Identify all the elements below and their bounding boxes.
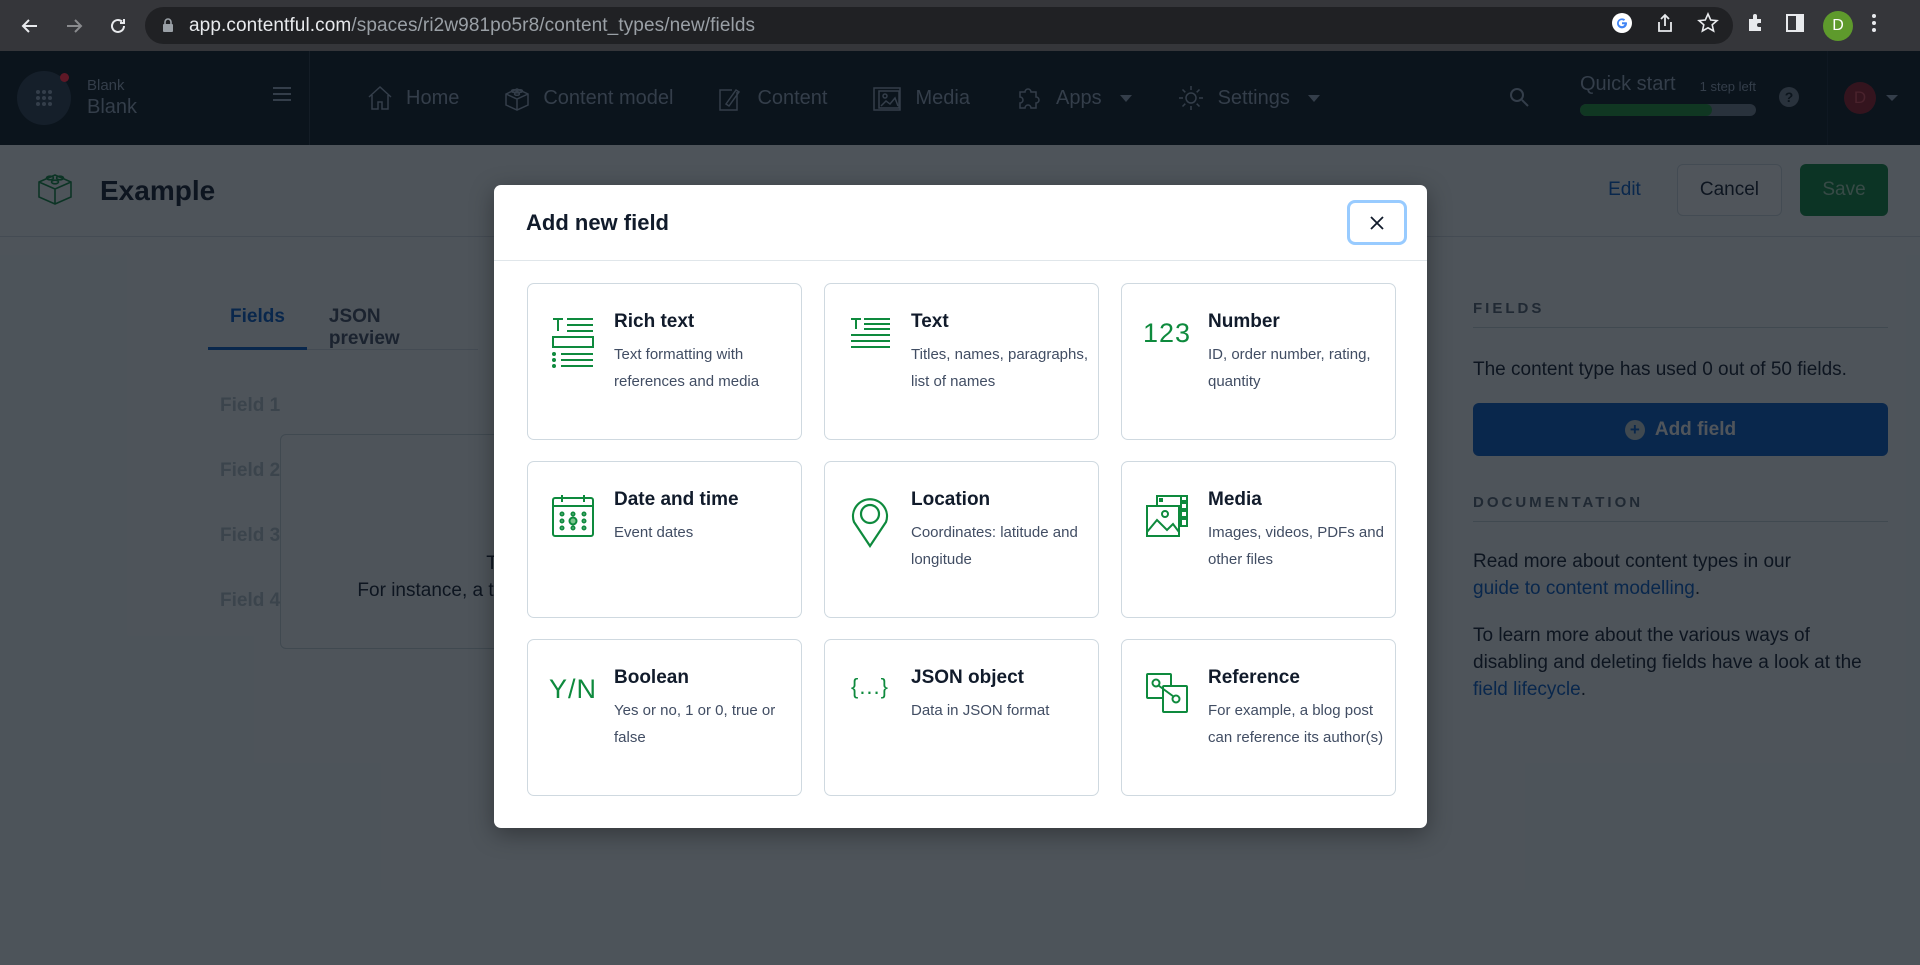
- browser-toolbar: app.contentful.com/spaces/ri2w981po5r8/c…: [0, 0, 1920, 51]
- side-panel-icon[interactable]: [1785, 13, 1805, 38]
- address-bar[interactable]: app.contentful.com/spaces/ri2w981po5r8/c…: [145, 7, 1733, 44]
- field-type-reference[interactable]: Reference For example, a blog post can r…: [1121, 639, 1396, 796]
- url-host: app.contentful.com: [189, 14, 352, 36]
- url-path: /spaces/ri2w981po5r8/content_types/new/f…: [351, 14, 756, 36]
- field-type-title: Rich text: [614, 311, 695, 332]
- field-type-text[interactable]: Text Titles, names, paragraphs, list of …: [824, 283, 1099, 440]
- location-pin-icon: [847, 494, 893, 550]
- field-type-description: For example, a blog post can reference i…: [1208, 702, 1384, 746]
- modal-header: Add new field: [494, 185, 1427, 261]
- reference-icon: [1144, 672, 1190, 728]
- field-type-description: Titles, names, paragraphs, list of names: [911, 346, 1089, 390]
- json-icon: {...}: [850, 674, 890, 699]
- field-type-title: Date and time: [614, 489, 739, 510]
- reload-button[interactable]: [96, 4, 140, 48]
- field-type-json-object[interactable]: {...} JSON object Data in JSON format: [824, 639, 1099, 796]
- close-icon: [1370, 215, 1384, 230]
- browser-menu-icon[interactable]: [1871, 12, 1877, 39]
- field-type-title: Number: [1208, 311, 1280, 332]
- rich-text-icon: [550, 316, 596, 372]
- bookmark-star-icon[interactable]: [1697, 12, 1719, 39]
- url-text: app.contentful.com/spaces/ri2w981po5r8/c…: [189, 15, 755, 37]
- field-type-description: Coordinates: latitude and longitude: [911, 524, 1078, 568]
- field-type-title: Boolean: [614, 667, 689, 688]
- field-type-description: Event dates: [614, 524, 694, 541]
- field-type-description: Yes or no, 1 or 0, true or false: [614, 702, 776, 746]
- field-type-media[interactable]: Media Images, videos, PDFs and other fil…: [1121, 461, 1396, 618]
- field-type-title: Location: [911, 489, 991, 510]
- field-type-title: Text: [911, 311, 949, 332]
- field-type-title: Reference: [1208, 667, 1300, 688]
- google-icon[interactable]: [1611, 12, 1633, 39]
- arrow-right-icon: [67, 18, 83, 33]
- add-field-modal: Add new field Rich text Text formatting …: [494, 185, 1427, 828]
- reload-icon: [111, 18, 125, 33]
- field-type-title: Media: [1208, 489, 1262, 510]
- field-type-description: Data in JSON format: [911, 702, 1050, 719]
- boolean-icon: Y/N: [549, 674, 598, 704]
- media-icon: [1144, 494, 1190, 550]
- nav-backdrop: [0, 51, 1920, 145]
- text-icon: [847, 316, 893, 372]
- lock-icon: [161, 18, 175, 33]
- field-type-location[interactable]: Location Coordinates: latitude and longi…: [824, 461, 1099, 618]
- back-button[interactable]: [8, 4, 52, 48]
- field-type-description: Images, videos, PDFs and other files: [1208, 524, 1384, 568]
- field-type-description: ID, order number, rating, quantity: [1208, 346, 1371, 390]
- field-type-grid: Rich text Text formatting with reference…: [527, 283, 1396, 796]
- forward-button[interactable]: [52, 4, 96, 48]
- number-icon: 123: [1142, 318, 1192, 348]
- calendar-icon: [550, 494, 596, 550]
- modal-title: Add new field: [526, 209, 669, 235]
- share-icon[interactable]: [1655, 13, 1675, 38]
- close-button[interactable]: [1347, 200, 1407, 245]
- field-type-rich-text[interactable]: Rich text Text formatting with reference…: [527, 283, 802, 440]
- browser-profile-avatar[interactable]: D: [1823, 10, 1853, 41]
- field-type-date-and-time[interactable]: Date and time Event dates: [527, 461, 802, 618]
- field-type-description: Text formatting with references and medi…: [614, 346, 760, 390]
- field-type-title: JSON object: [911, 667, 1024, 688]
- extensions-puzzle-icon[interactable]: [1745, 12, 1767, 39]
- arrow-left-icon: [21, 18, 37, 33]
- field-type-number[interactable]: 123 Number ID, order number, rating, qua…: [1121, 283, 1396, 440]
- field-type-boolean[interactable]: Y/N Boolean Yes or no, 1 or 0, true or f…: [527, 639, 802, 796]
